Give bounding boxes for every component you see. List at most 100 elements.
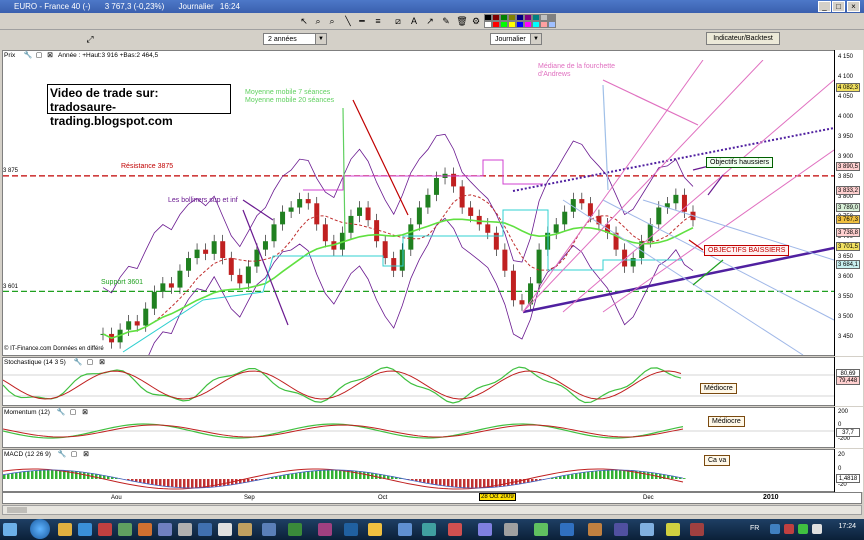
candle-body: [510, 270, 516, 301]
macd-histogram-bar: [623, 470, 626, 479]
price-tick: 4 150: [838, 54, 854, 60]
app-icon[interactable]: [118, 523, 132, 536]
price-value-box: 3 767,3: [836, 215, 860, 224]
show-desktop-icon[interactable]: [3, 523, 17, 536]
line-tool-icon[interactable]: ╲: [342, 15, 354, 27]
app-icon[interactable]: [448, 523, 462, 536]
macd-histogram-bar: [35, 470, 38, 479]
app-icon[interactable]: [560, 523, 574, 536]
macd-histogram-bar: [303, 472, 306, 479]
app-icon[interactable]: [640, 523, 654, 536]
macd-histogram-bar: [327, 470, 330, 479]
zoom-out-icon[interactable]: ⌕: [326, 15, 338, 27]
macd-histogram-bar: [199, 479, 202, 488]
app-icon[interactable]: [138, 523, 152, 536]
macd-histogram-bar: [619, 470, 622, 479]
indicator-backtest-button[interactable]: Indicateur/Backtest: [706, 32, 780, 45]
scroll-thumb[interactable]: [7, 507, 27, 513]
window-title: EURO - France 40 (-): [14, 2, 91, 11]
app-icon[interactable]: [478, 523, 492, 536]
macd-histogram-bar: [279, 475, 282, 479]
candle-body: [468, 207, 474, 216]
app-icon[interactable]: [98, 523, 112, 536]
tray-icon[interactable]: [798, 524, 808, 534]
app-icon[interactable]: [288, 523, 302, 536]
interval-select[interactable]: Journalier ▼: [490, 33, 542, 45]
app-icon[interactable]: [504, 523, 518, 536]
color-palette[interactable]: [484, 14, 560, 28]
candle-body: [254, 249, 260, 267]
macd-histogram-bar: [195, 479, 198, 488]
start-button[interactable]: [30, 519, 50, 539]
explorer-icon[interactable]: [58, 523, 72, 536]
candle-body: [562, 211, 568, 225]
delete-icon[interactable]: 🗑: [456, 15, 468, 27]
channel-tool-icon[interactable]: ⧄: [392, 15, 404, 27]
app-icon[interactable]: [422, 523, 436, 536]
maximize-button[interactable]: □: [832, 1, 845, 12]
candle-body: [305, 199, 311, 204]
macd-tag: Ca va: [704, 455, 731, 466]
app-icon[interactable]: [344, 523, 358, 536]
tray-icon[interactable]: [784, 524, 794, 534]
text-tool-icon[interactable]: A: [408, 15, 420, 27]
close-panel-icon[interactable]: ⊠: [44, 51, 56, 60]
price-value-box: 4 082,3: [836, 83, 860, 92]
annotation-arrow: [707, 174, 724, 196]
macd-histogram-bar: [459, 479, 462, 488]
app-icon[interactable]: [262, 523, 276, 536]
macd-histogram-bar: [31, 470, 34, 479]
pointer-icon[interactable]: ↖: [298, 15, 310, 27]
macd-histogram-bar: [155, 479, 158, 486]
macd-histogram-bar: [615, 470, 618, 479]
macd-histogram-bar: [299, 472, 302, 479]
candle-body: [519, 300, 525, 305]
hline-tool-icon[interactable]: ━: [356, 15, 368, 27]
fibo-tool-icon[interactable]: ≡: [372, 15, 384, 27]
pitchfork-line: [522, 60, 704, 313]
arrow-tool-icon[interactable]: ↗: [424, 15, 436, 27]
price-value-box: 3 890,5: [836, 162, 860, 171]
minimize-button[interactable]: _: [818, 1, 831, 12]
candle-body: [391, 258, 397, 271]
macd-histogram-bar: [475, 479, 478, 488]
window-period: Journalier: [178, 2, 214, 11]
candle-body: [322, 224, 328, 242]
app-icon[interactable]: [534, 523, 548, 536]
network-icon[interactable]: [770, 524, 780, 534]
app-icon[interactable]: [690, 523, 704, 536]
objectifs-baissiers-tag: OBJECTIFS BAISSIERS: [704, 245, 790, 256]
chevron-down-icon: ▼: [530, 34, 541, 44]
app-icon[interactable]: [614, 523, 628, 536]
app-icon[interactable]: [198, 523, 212, 536]
ie-icon[interactable]: [78, 523, 92, 536]
candle-body: [228, 258, 234, 275]
macd-histogram-bar: [455, 479, 458, 488]
app-icon[interactable]: [178, 523, 192, 536]
pen-tool-icon[interactable]: ✎: [440, 15, 452, 27]
macd-histogram-bar: [191, 479, 194, 488]
macd-histogram-bar: [215, 479, 218, 487]
language-indicator[interactable]: FR: [750, 525, 759, 532]
period-select[interactable]: 2 années ▼: [263, 33, 327, 45]
zoom-icon[interactable]: ⌕: [312, 15, 324, 27]
macd-histogram-bar: [307, 471, 310, 479]
settings-icon[interactable]: ⚙: [470, 15, 482, 27]
resistance-label: Résistance 3875: [121, 163, 174, 170]
app-icon[interactable]: [238, 523, 252, 536]
app-icon[interactable]: [368, 523, 382, 536]
candle-body: [425, 194, 431, 208]
app-icon[interactable]: [666, 523, 680, 536]
app-icon[interactable]: [588, 523, 602, 536]
app-icon[interactable]: [158, 523, 172, 536]
volume-icon[interactable]: [812, 524, 822, 534]
app-icon[interactable]: [318, 523, 332, 536]
app-icon[interactable]: [398, 523, 412, 536]
app-icon[interactable]: [218, 523, 232, 536]
horizontal-scrollbar[interactable]: [2, 505, 862, 515]
macd-histogram-bar: [331, 470, 334, 479]
close-button[interactable]: ×: [847, 1, 860, 12]
macd-histogram-bar: [27, 471, 30, 479]
macd-histogram-bar: [507, 479, 510, 486]
chart-tool-icon[interactable]: ⤢: [84, 33, 96, 45]
